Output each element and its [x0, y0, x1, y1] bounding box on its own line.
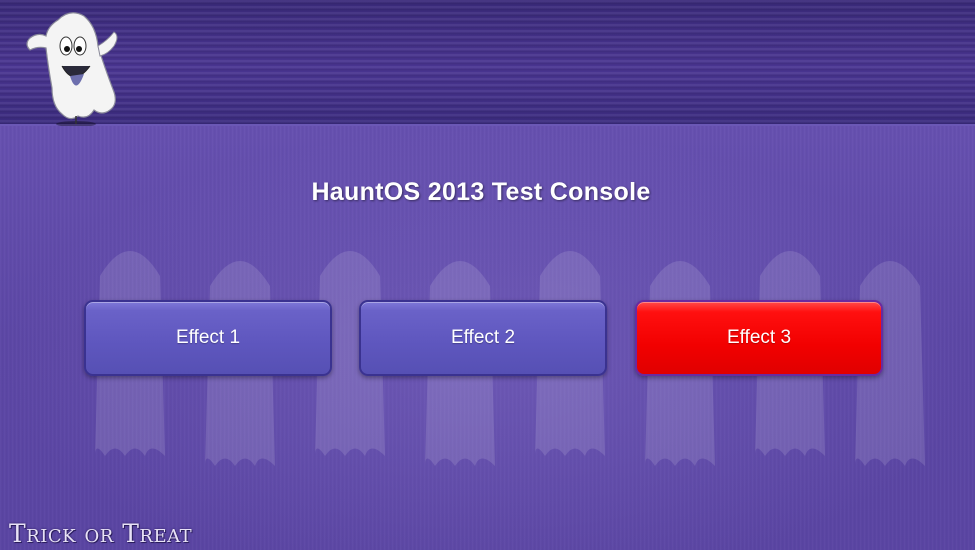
page-title: HauntOS 2013 Test Console	[311, 178, 651, 206]
ghost-icon	[26, 12, 118, 126]
trick-or-treat-logo: Trick or Treat	[9, 519, 193, 548]
ghost-pattern-icon	[95, 251, 925, 466]
effect-2-button[interactable]: Effect 2	[359, 300, 607, 376]
effect-1-button[interactable]: Effect 1	[84, 300, 332, 376]
effect-3-button[interactable]: Effect 3	[635, 300, 883, 376]
header-banner	[0, 0, 975, 126]
